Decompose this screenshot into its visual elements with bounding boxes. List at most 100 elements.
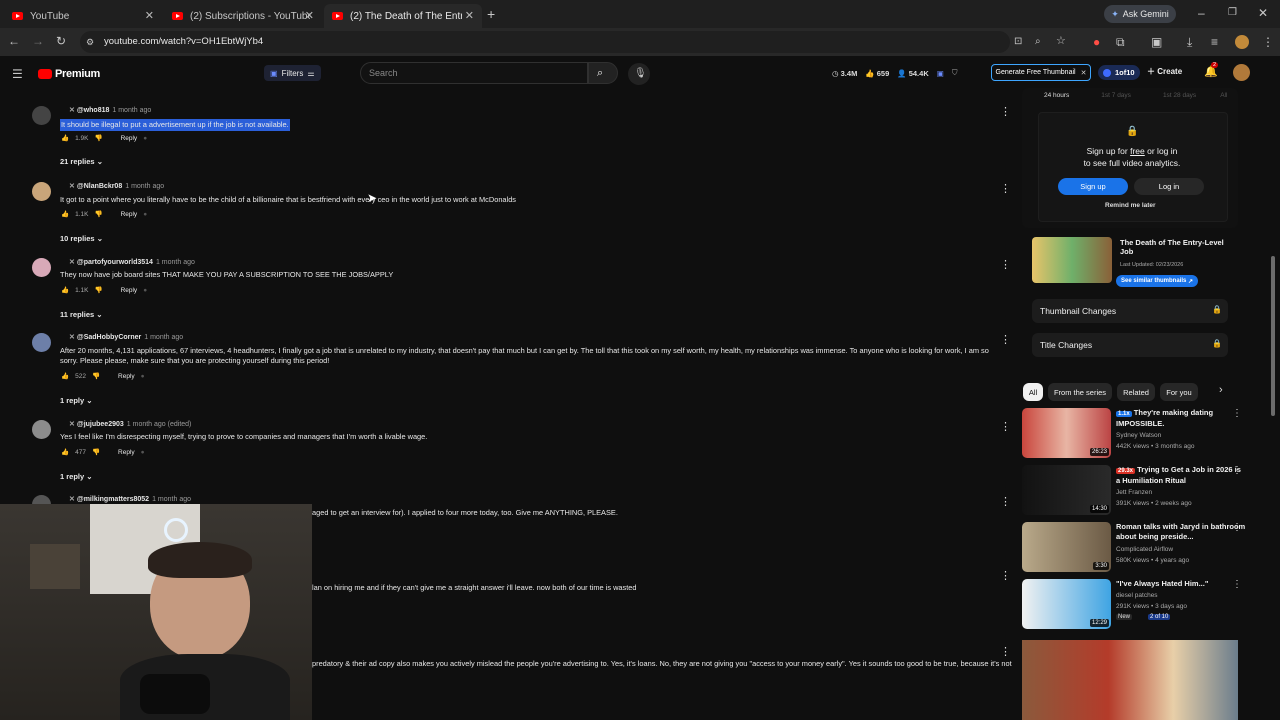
avatar[interactable] — [32, 182, 51, 201]
dislike-icon[interactable]: 👎 — [92, 448, 100, 456]
ask-gemini-button[interactable]: ✦ Ask Gemini — [1104, 5, 1176, 23]
search-button[interactable]: ⌕ — [588, 62, 618, 84]
shield-icon[interactable]: ⛉ — [952, 68, 958, 78]
video-menu-icon[interactable]: ⋮ — [1232, 408, 1242, 419]
signup-free-link[interactable]: free — [1130, 146, 1145, 156]
avatar[interactable] — [32, 333, 51, 352]
site-info-icon[interactable]: ⚙ — [86, 35, 94, 49]
maximize-window-icon[interactable]: ❐ — [1228, 6, 1237, 20]
shorts-shelf[interactable] — [1022, 640, 1238, 720]
split-view-icon[interactable]: ▣ — [1151, 35, 1162, 49]
avatar[interactable] — [32, 420, 51, 439]
dislike-icon[interactable]: 👎 — [94, 134, 102, 142]
reply-button[interactable]: Reply — [118, 449, 135, 456]
heart-icon[interactable]: ● — [143, 287, 147, 294]
back-icon[interactable]: ← — [8, 34, 20, 48]
avatar[interactable] — [32, 258, 51, 277]
view-replies-button[interactable]: 11 replies ⌄ — [60, 310, 103, 319]
view-replies-button[interactable]: 10 replies ⌄ — [60, 234, 103, 243]
close-icon[interactable]: ✕ — [1081, 69, 1087, 77]
reply-button[interactable]: Reply — [121, 287, 138, 294]
tab-24-hours[interactable]: 24 hours — [1044, 92, 1069, 99]
channel-name[interactable]: Sydney Watson — [1116, 432, 1161, 439]
filters-button[interactable]: ▣ Filters ⚌ — [264, 65, 321, 81]
heart-icon[interactable]: ● — [143, 211, 147, 218]
chip-related[interactable]: Related — [1117, 383, 1155, 401]
recommended-video[interactable]: 12:29 "I've Always Hated Him..." diesel … — [1022, 579, 1262, 634]
chip-all[interactable]: All — [1023, 383, 1043, 401]
video-thumbnail[interactable] — [1032, 237, 1112, 283]
heart-icon[interactable]: ● — [141, 373, 145, 380]
close-window-icon[interactable]: ✕ — [1258, 6, 1268, 20]
like-icon[interactable]: 👍 — [61, 372, 69, 380]
reload-icon[interactable]: ↻ — [56, 34, 66, 48]
comment-author[interactable]: ✕ @SadHobbyCorner 1 month ago — [69, 333, 183, 341]
dislike-icon[interactable]: 👎 — [94, 210, 102, 218]
stats-extension-icon[interactable]: ▣ — [937, 69, 944, 78]
notifications-button[interactable]: 🔔 2 — [1204, 62, 1219, 79]
video-thumbnail[interactable]: 3:30 — [1022, 522, 1111, 572]
scrollbar-thumb[interactable] — [1271, 256, 1275, 416]
zoom-icon[interactable]: ⌕ — [1035, 35, 1041, 49]
comment-menu-icon[interactable]: ⋮ — [1000, 645, 1011, 658]
forward-icon[interactable]: → — [32, 34, 44, 48]
test-badge[interactable]: 1of10 — [1098, 65, 1140, 80]
profile-avatar[interactable] — [1235, 35, 1249, 49]
recommended-video[interactable]: 14:30 29.3x Trying to Get a Job in 2026 … — [1022, 465, 1262, 520]
video-menu-icon[interactable]: ⋮ — [1232, 522, 1242, 533]
user-avatar[interactable] — [1233, 64, 1250, 81]
comment-author[interactable]: ✕ @milkingmatters8052 1 month ago — [69, 495, 191, 503]
generate-thumbnail-button[interactable]: Generate Free Thumbnail ✕ — [991, 64, 1091, 81]
thumbnail-changes-row[interactable]: Thumbnail Changes 🔒 — [1032, 299, 1228, 323]
channel-name[interactable]: Jett Franzen — [1116, 489, 1152, 496]
comment-author[interactable]: ✕ @who818 1 month ago — [69, 106, 151, 114]
like-icon[interactable]: 👍 — [61, 448, 69, 456]
video-thumbnail[interactable]: 14:30 — [1022, 465, 1111, 515]
voice-search-button[interactable]: 🎙 — [628, 63, 650, 85]
video-thumbnail[interactable]: 26:23 — [1022, 408, 1111, 458]
channel-name[interactable]: Complicated Airflow — [1116, 546, 1173, 553]
title-changes-row[interactable]: Title Changes 🔒 — [1032, 333, 1228, 357]
comment-menu-icon[interactable]: ⋮ — [1000, 569, 1011, 582]
comment-author[interactable]: ✕ @partofyourworld3514 1 month ago — [69, 258, 195, 266]
bookmark-star-icon[interactable]: ☆ — [1056, 34, 1066, 48]
like-icon[interactable]: 👍 — [61, 286, 69, 294]
comment-author[interactable]: ✕ @NlanBckr08 1 month ago — [69, 182, 164, 190]
dislike-icon[interactable]: 👎 — [94, 286, 102, 294]
chip-for-you[interactable]: For you — [1160, 383, 1198, 401]
browser-tab-current[interactable]: (2) The Death of The Entry-Leve ✕ — [324, 4, 482, 28]
reading-list-icon[interactable]: ≡ — [1211, 35, 1218, 49]
log-in-button[interactable]: Log in — [1134, 178, 1204, 195]
extension-icon[interactable]: ● — [1093, 35, 1100, 49]
download-icon[interactable]: ⤓ — [1187, 35, 1192, 49]
chevron-right-icon[interactable]: › — [1219, 384, 1223, 396]
channel-name[interactable]: diesel patches — [1116, 592, 1158, 599]
remind-later-link[interactable]: Remind me later — [1105, 202, 1156, 209]
see-similar-button[interactable]: See similar thumbnails ↗ — [1116, 275, 1199, 287]
recommended-video[interactable]: 3:30 Roman talks with Jaryd in bathroom … — [1022, 522, 1262, 577]
heart-icon[interactable]: ● — [143, 135, 147, 142]
like-icon[interactable]: 👍 — [61, 210, 69, 218]
view-replies-button[interactable]: 1 reply ⌄ — [60, 472, 93, 481]
tab-7-days[interactable]: 1st 7 days — [1101, 92, 1131, 99]
recommended-video[interactable]: 26:23 1.1x They're making dating IMPOSSI… — [1022, 408, 1262, 463]
search-input[interactable]: Search — [360, 62, 588, 84]
video-menu-icon[interactable]: ⋮ — [1232, 465, 1242, 476]
reply-button[interactable]: Reply — [121, 135, 138, 142]
comment-menu-icon[interactable]: ⋮ — [1000, 333, 1011, 346]
view-replies-button[interactable]: 21 replies ⌄ — [60, 157, 103, 166]
extensions-puzzle-icon[interactable]: ⧉ — [1116, 35, 1125, 49]
video-thumbnail[interactable]: 12:29 — [1022, 579, 1111, 629]
browser-tab-youtube[interactable]: YouTube ✕ — [4, 4, 162, 28]
comment-menu-icon[interactable]: ⋮ — [1000, 182, 1011, 195]
video-menu-icon[interactable]: ⋮ — [1232, 579, 1242, 590]
comment-menu-icon[interactable]: ⋮ — [1000, 105, 1011, 118]
install-app-icon[interactable]: ⊡ — [1014, 35, 1022, 49]
comment-author[interactable]: ✕ @jujubee2903 1 month ago (edited) — [69, 420, 191, 428]
new-tab-button[interactable]: + — [487, 7, 495, 21]
close-tab-icon[interactable]: ✕ — [145, 9, 154, 22]
heart-icon[interactable]: ● — [141, 449, 145, 456]
avatar[interactable] — [32, 106, 51, 125]
reply-button[interactable]: Reply — [121, 211, 138, 218]
minimize-window-icon[interactable]: – — [1198, 6, 1205, 20]
